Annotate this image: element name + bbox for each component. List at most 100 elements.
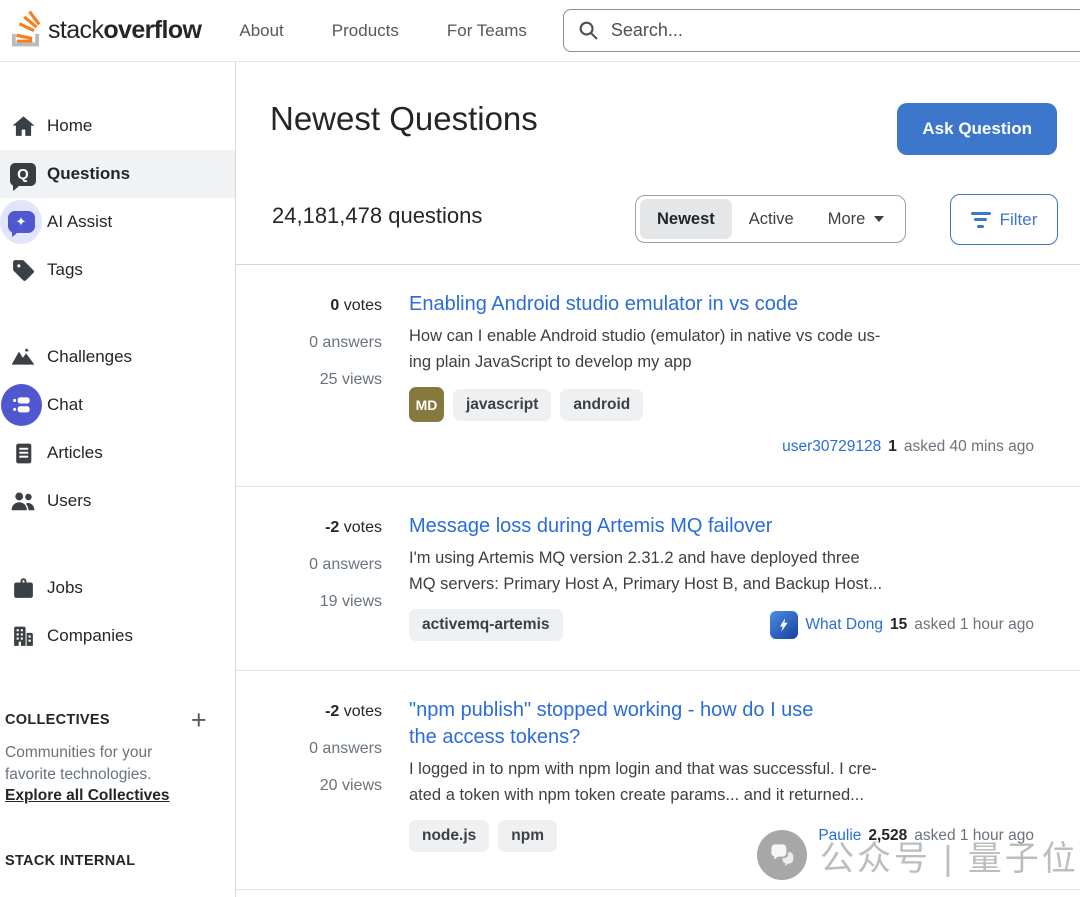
tag-icon xyxy=(4,246,42,294)
votes-stat: -2 votes xyxy=(270,516,382,539)
tab-active[interactable]: Active xyxy=(732,199,811,239)
question-content: "npm publish" stopped working - how do I… xyxy=(409,697,1034,889)
views-stat: 25 views xyxy=(270,368,382,391)
add-collective-button[interactable]: + xyxy=(191,710,217,730)
sidebar-item-label: Users xyxy=(47,491,91,511)
filter-icon xyxy=(971,212,991,228)
sidebar-item-label: Questions xyxy=(47,164,130,184)
top-navigation-bar: stackoverflow About Products For Teams xyxy=(0,0,1080,62)
questions-icon: Q xyxy=(4,150,42,198)
tag-android[interactable]: android xyxy=(560,389,643,421)
question-title-link[interactable]: Message loss during Artemis MQ failover xyxy=(409,513,1034,540)
sidebar-item-label: AI Assist xyxy=(47,212,112,232)
collectives-header: COLLECTIVES + xyxy=(5,710,217,730)
ai-assist-icon: ✦ xyxy=(4,198,42,246)
tag-activemq-artemis[interactable]: activemq-artemis xyxy=(409,609,563,641)
collectives-section: COLLECTIVES + Communities for your favor… xyxy=(0,710,235,869)
views-stat: 19 views xyxy=(270,590,382,613)
sidebar-item-challenges[interactable]: Challenges xyxy=(0,333,235,381)
chevron-down-icon xyxy=(874,216,884,222)
left-sidebar: Home Q Questions ✦ AI Assist Tags Challe… xyxy=(0,62,236,897)
explore-collectives-link[interactable]: Explore all Collectives xyxy=(5,785,170,807)
sidebar-item-label: Companies xyxy=(47,626,133,646)
sort-tab-group: Newest Active More xyxy=(635,195,906,243)
nav-link-products[interactable]: Products xyxy=(308,0,423,62)
tag-row: activemq-artemis What Dong 15 asked 1 ho… xyxy=(409,609,1034,641)
stackoverflow-logo[interactable]: stackoverflow xyxy=(10,10,201,52)
question-excerpt: I logged in to npm with npm login and th… xyxy=(409,757,1034,808)
question-title-link[interactable]: "npm publish" stopped working - how do I… xyxy=(409,697,1034,751)
sidebar-item-label: Articles xyxy=(47,443,103,463)
sidebar-spacer xyxy=(0,294,235,333)
question-list: 0 votes 0 answers 25 views Enabling Andr… xyxy=(236,265,1080,890)
user-link[interactable]: Paulie xyxy=(818,827,861,845)
stack-internal-header: STACK INTERNAL xyxy=(5,853,217,869)
question-meta: user30729128 1 asked 40 mins ago xyxy=(409,438,1034,456)
sidebar-item-users[interactable]: Users xyxy=(0,477,235,525)
sidebar-item-questions[interactable]: Q Questions xyxy=(0,150,235,198)
asked-time: asked 40 mins ago xyxy=(904,438,1034,456)
sidebar-item-home[interactable]: Home xyxy=(0,102,235,150)
views-stat: 20 views xyxy=(270,774,382,797)
tab-newest[interactable]: Newest xyxy=(640,199,732,239)
home-icon xyxy=(4,102,42,150)
sidebar-item-chat[interactable]: Chat xyxy=(0,381,235,429)
sidebar-item-companies[interactable]: Companies xyxy=(0,612,235,660)
ask-question-button[interactable]: Ask Question xyxy=(897,103,1057,155)
question-row: -2 votes 0 answers 19 views Message loss… xyxy=(236,487,1080,671)
sidebar-item-label: Tags xyxy=(47,260,83,280)
search-box[interactable] xyxy=(563,9,1080,52)
tag-javascript[interactable]: javascript xyxy=(453,389,551,421)
page-title: Newest Questions xyxy=(270,100,538,138)
chat-icon xyxy=(4,381,42,429)
filter-button[interactable]: Filter xyxy=(950,194,1058,245)
sidebar-item-label: Chat xyxy=(47,395,83,415)
user-avatar[interactable] xyxy=(770,611,798,639)
sidebar-item-tags[interactable]: Tags xyxy=(0,246,235,294)
question-row: -2 votes 0 answers 20 views "npm publish… xyxy=(236,671,1080,890)
collectives-header-label: COLLECTIVES xyxy=(5,712,110,728)
nav-link-about[interactable]: About xyxy=(215,0,307,62)
question-content: Message loss during Artemis MQ failover … xyxy=(409,513,1034,670)
logo-wordmark: stackoverflow xyxy=(48,16,201,45)
votes-stat: 0 votes xyxy=(270,294,382,317)
question-stats: -2 votes 0 answers 20 views xyxy=(270,697,382,889)
user-link[interactable]: user30729128 xyxy=(782,438,881,456)
user-reputation: 2,528 xyxy=(868,827,907,845)
search-icon xyxy=(577,19,600,42)
tag-row: MD javascript android xyxy=(409,387,1034,422)
question-stats: -2 votes 0 answers 19 views xyxy=(270,513,382,670)
stackoverflow-logo-icon xyxy=(10,10,41,52)
question-count: 24,181,478 questions xyxy=(272,203,482,229)
user-reputation: 15 xyxy=(890,616,907,634)
user-reputation: 1 xyxy=(888,438,897,456)
users-icon xyxy=(4,477,42,525)
asked-time: asked 1 hour ago xyxy=(914,827,1034,845)
sidebar-item-label: Jobs xyxy=(47,578,83,598)
collective-badge[interactable]: MD xyxy=(409,387,444,422)
question-row: 0 votes 0 answers 25 views Enabling Andr… xyxy=(236,265,1080,487)
search-input[interactable] xyxy=(609,19,1072,42)
answers-stat: 0 answers xyxy=(270,331,382,354)
nav-link-for-teams[interactable]: For Teams xyxy=(423,0,551,62)
sidebar-spacer xyxy=(0,525,235,564)
question-meta: Paulie 2,528 asked 1 hour ago xyxy=(818,827,1034,845)
articles-icon xyxy=(4,429,42,477)
briefcase-icon xyxy=(4,564,42,612)
buildings-icon xyxy=(4,612,42,660)
stackoverflow-newest-questions-page: stackoverflow About Products For Teams H… xyxy=(0,0,1080,897)
tag-nodejs[interactable]: node.js xyxy=(409,820,489,852)
sidebar-item-articles[interactable]: Articles xyxy=(0,429,235,477)
tag-row: node.js npm Paulie 2,528 asked 1 hour ag… xyxy=(409,820,1034,852)
sidebar-item-jobs[interactable]: Jobs xyxy=(0,564,235,612)
tag-npm[interactable]: npm xyxy=(498,820,557,852)
votes-stat: -2 votes xyxy=(270,700,382,723)
question-excerpt: How can I enable Android studio (emulato… xyxy=(409,324,1034,375)
answers-stat: 0 answers xyxy=(270,553,382,576)
question-title-link[interactable]: Enabling Android studio emulator in vs c… xyxy=(409,291,1034,318)
sidebar-item-ai-assist[interactable]: ✦ AI Assist xyxy=(0,198,235,246)
question-stats: 0 votes 0 answers 25 views xyxy=(270,291,382,486)
user-link[interactable]: What Dong xyxy=(805,616,883,634)
tab-more[interactable]: More xyxy=(811,199,902,239)
main-content: Newest Questions Ask Question 24,181,478… xyxy=(236,62,1080,897)
